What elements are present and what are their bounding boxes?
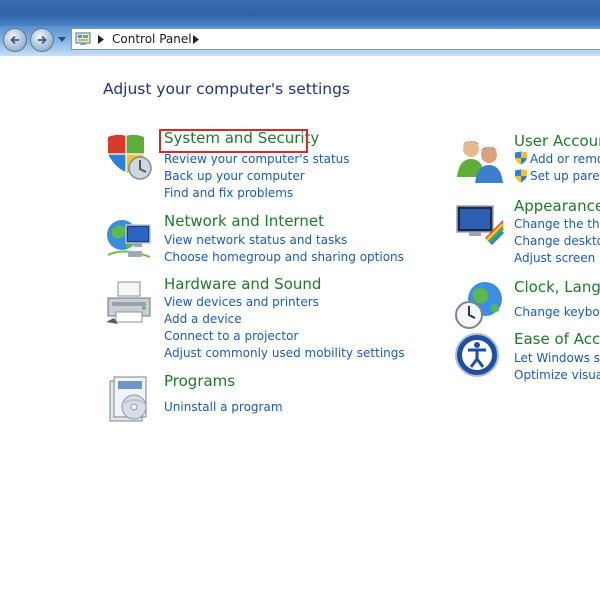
recent-pages-dropdown[interactable]: [58, 37, 66, 43]
link-change-desktop[interactable]: Change desktop: [514, 234, 600, 248]
link-change-keyboard[interactable]: Change keyboar: [514, 305, 600, 319]
category-title[interactable]: Programs: [164, 372, 235, 390]
link-add-device[interactable]: Add a device: [164, 312, 242, 326]
link-network-status[interactable]: View network status and tasks: [164, 233, 347, 247]
category-title[interactable]: Network and Internet: [164, 212, 324, 230]
link-mobility-settings[interactable]: Adjust commonly used mobility settings: [164, 346, 405, 360]
arrow-right-icon: [38, 35, 47, 45]
link-adjust-resolution[interactable]: Adjust screen re: [514, 251, 600, 265]
breadcrumb-separator-icon[interactable]: [98, 35, 104, 44]
link-change-theme[interactable]: Change the ther: [514, 217, 600, 231]
arrow-left-icon: [10, 35, 19, 45]
link-windows-suggest[interactable]: Let Windows sug: [514, 351, 600, 365]
link-backup[interactable]: Back up your computer: [164, 169, 305, 183]
network-globe-icon: [107, 220, 151, 258]
link-devices-printers[interactable]: View devices and printers: [164, 295, 319, 309]
control-panel-icon: [75, 32, 91, 45]
link-add-remove-accounts[interactable]: Add or remov: [530, 152, 600, 166]
page-title: Adjust your computer's settings: [103, 80, 350, 98]
link-uninstall-program[interactable]: Uninstall a program: [164, 400, 283, 414]
link-homegroup[interactable]: Choose homegroup and sharing options: [164, 250, 404, 264]
address-bar[interactable]: Control Panel: [71, 28, 600, 50]
category-title[interactable]: Appearance: [514, 197, 600, 215]
highlight-box: [159, 129, 308, 153]
printer-icon: [106, 281, 151, 324]
shield-icon: [108, 134, 152, 180]
navigation-bar: Control Panel: [0, 26, 600, 56]
appearance-monitor-icon: [456, 205, 505, 246]
category-title[interactable]: Hardware and Sound: [164, 275, 321, 293]
category-title[interactable]: Clock, Langu: [514, 278, 600, 296]
category-title[interactable]: User Accoun: [514, 132, 600, 150]
link-connect-projector[interactable]: Connect to a projector: [164, 329, 298, 343]
link-review-status[interactable]: Review your computer's status: [164, 152, 350, 166]
link-optimize-visual[interactable]: Optimize visual d: [514, 368, 600, 382]
link-parental-controls[interactable]: Set up parent: [530, 169, 600, 183]
users-icon: [457, 141, 503, 183]
forward-button[interactable]: [30, 28, 54, 52]
uac-shield-icon: [515, 151, 527, 165]
breadcrumb-control-panel[interactable]: Control Panel: [112, 32, 192, 46]
uac-shield-icon: [515, 169, 527, 183]
category-title[interactable]: Ease of Acce: [514, 330, 600, 348]
link-find-fix-problems[interactable]: Find and fix problems: [164, 186, 293, 200]
breadcrumb-separator-icon[interactable]: [193, 35, 199, 44]
back-button[interactable]: [3, 28, 27, 52]
programs-disc-icon: [109, 376, 147, 422]
window-title-bar: [0, 0, 600, 26]
ease-of-access-icon: [455, 333, 499, 377]
clock-globe-icon: [455, 282, 502, 329]
